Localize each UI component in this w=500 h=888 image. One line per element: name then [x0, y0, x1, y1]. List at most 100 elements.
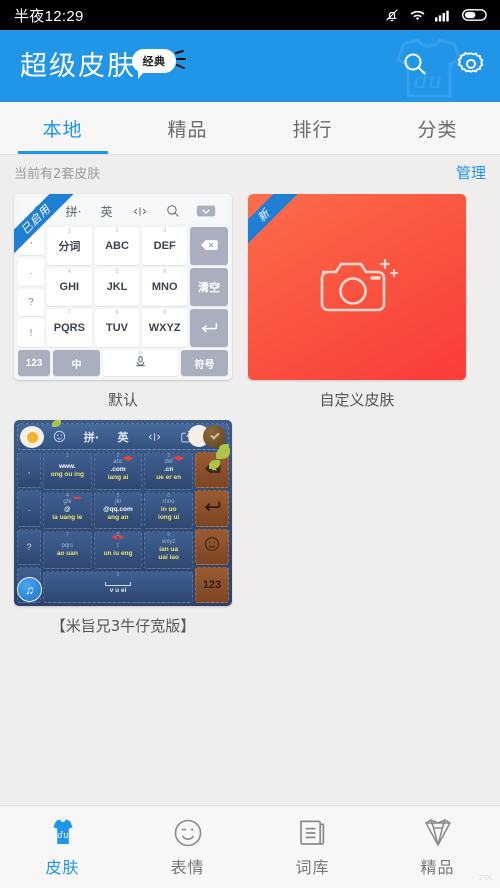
key-3[interactable]: 3 DEF	[142, 227, 188, 265]
leaf-decoration-icon	[52, 420, 61, 427]
smiley-icon[interactable]	[44, 430, 76, 443]
mic-icon	[134, 355, 147, 371]
tab-category[interactable]: 分类	[375, 102, 500, 154]
skin-card-denim[interactable]: 拼· 英 , . ? 1 www. ong ou ing ◀▶ 2 abc .c…	[14, 420, 232, 606]
app-header: du 超级皮肤 经典	[0, 30, 500, 102]
bottom-navigation: du 皮肤 表情 词库 精品 ZOL	[0, 805, 500, 888]
nav-label-dictionary: 词库	[295, 857, 330, 877]
space-key[interactable]: 0 v u ei	[43, 571, 193, 604]
key-period[interactable]: .	[18, 257, 44, 286]
nav-item-dictionary[interactable]: 词库	[250, 817, 375, 878]
key-9[interactable]: 9 wxyz ian ua uai iao	[144, 531, 194, 570]
battery-icon	[462, 8, 488, 22]
key-comma[interactable]: ,	[17, 452, 41, 489]
key-123[interactable]: 123	[18, 350, 50, 376]
key-2[interactable]: ◀▶ 2 abc .com iang ai	[93, 452, 143, 490]
enter-key[interactable]	[195, 490, 229, 527]
smiley-icon	[204, 536, 220, 557]
skin-row: 拼· 英 , . ? 1 www. ong ou ing ◀▶ 2 abc .c…	[14, 420, 486, 638]
key-9[interactable]: 9 WXYZ	[142, 309, 188, 347]
settings-button[interactable]	[454, 49, 488, 83]
key-8[interactable]: 8 TUV	[94, 309, 140, 347]
key-1[interactable]: 1 www. ong ou ing	[43, 452, 92, 490]
key-5[interactable]: 5 jkl @qq.com ang an	[93, 491, 143, 530]
skin-count-bar: 当前有2套皮肤 管理	[0, 155, 500, 190]
skin-name-denim: 【米旨兄3牛仔宽版】	[50, 617, 196, 635]
skin-count-text: 当前有2套皮肤	[14, 167, 101, 182]
cn-en-switch-icon[interactable]	[123, 205, 156, 218]
emoji-key[interactable]	[195, 528, 229, 565]
skin-card-default[interactable]: 已启用 拼· 英 , . ? ! 1 分词 2 ABC 3 DEF 4 GHI …	[14, 194, 232, 380]
skin-cell-custom: 新 自定义皮肤	[248, 194, 466, 412]
keyboard-keys: , . ? ! 1 分词 2 ABC 3 DEF 4 GHI 5 JKL 6 M…	[18, 224, 228, 347]
toolbar-pinyin-label[interactable]: 拼·	[66, 203, 82, 220]
arrow-icon: ▬	[73, 493, 81, 501]
skin-grid: 已启用 拼· 英 , . ? ! 1 分词 2 ABC 3 DEF 4 GHI …	[0, 190, 500, 638]
key-1[interactable]: 1 分词	[47, 227, 92, 265]
key-4[interactable]: ▬ 4 ghi @ ia uang ie	[43, 491, 92, 530]
keyboard-bottom-row: 123 中 0 符号	[18, 350, 228, 376]
key-symbols[interactable]: 符号	[181, 350, 228, 376]
key-question[interactable]: ?	[17, 528, 41, 565]
key-123[interactable]: 123	[195, 566, 229, 603]
nav-label-skin: 皮肤	[45, 857, 80, 877]
custom-skin-surface	[248, 194, 466, 380]
key-6[interactable]: 6 MNO	[142, 268, 188, 306]
watermark-text: ZOL	[479, 875, 494, 882]
key-exclaim[interactable]: !	[18, 319, 44, 347]
cn-en-switch-icon[interactable]	[139, 431, 171, 443]
manage-button[interactable]: 管理	[456, 162, 486, 183]
denim-toolbar: 拼· 英	[17, 420, 229, 452]
key-4[interactable]: 4 GHI	[47, 268, 92, 306]
key-comma[interactable]: ,	[18, 227, 44, 255]
nav-item-skin[interactable]: du 皮肤	[0, 817, 125, 878]
key-7[interactable]: 7 pqrs ao uan	[43, 531, 92, 570]
document-icon	[296, 817, 330, 849]
keyboard-numpad: 1 分词 2 ABC 3 DEF 4 GHI 5 JKL 6 MNO 7 PQR…	[47, 227, 188, 347]
space-bar-shape	[105, 582, 131, 587]
arrow-icon: ◀▶	[173, 455, 185, 462]
key-period[interactable]: .	[17, 490, 41, 527]
key-2[interactable]: 2 ABC	[94, 227, 140, 265]
skin-name-default: 默认	[107, 391, 138, 409]
enter-key[interactable]	[190, 309, 228, 347]
sparkle-icon	[174, 49, 188, 76]
clear-key[interactable]: 清空	[190, 268, 228, 306]
key-5[interactable]: 5 JKL	[94, 268, 140, 306]
collapse-icon[interactable]	[189, 204, 222, 218]
key-7[interactable]: 7 PQRS	[47, 309, 92, 347]
toolbar-english-label[interactable]: 英	[100, 203, 112, 220]
toolbar-english-label[interactable]: 英	[117, 429, 128, 445]
search-icon[interactable]	[156, 204, 189, 218]
key-question[interactable]: ?	[18, 288, 44, 317]
key-3[interactable]: ◀▶ 3 def .cn ue er en	[144, 452, 194, 490]
tab-local[interactable]: 本地	[0, 102, 125, 154]
chevron-down-icon	[209, 430, 220, 440]
skin-row: 已启用 拼· 英 , . ? ! 1 分词 2 ABC 3 DEF 4 GHI …	[14, 194, 486, 412]
classic-badge: 经典	[132, 48, 186, 79]
nav-item-featured[interactable]: 精品	[375, 817, 500, 878]
tab-ranking[interactable]: 排行	[250, 102, 375, 154]
key-chinese-mode[interactable]: 中	[53, 350, 100, 376]
nav-item-emoji[interactable]: 表情	[125, 817, 250, 878]
backspace-key[interactable]	[190, 227, 228, 265]
skin-card-custom[interactable]: 新	[248, 194, 466, 380]
skin-cell-denim: 拼· 英 , . ? 1 www. ong ou ing ◀▶ 2 abc .c…	[14, 420, 232, 638]
smiley-icon	[24, 204, 57, 219]
tab-bar: 本地 精品 排行 分类	[0, 102, 500, 155]
denim-keyboard-preview: 拼· 英 , . ? 1 www. ong ou ing ◀▶ 2 abc .c…	[14, 420, 232, 606]
skin-name-custom: 自定义皮肤	[319, 391, 395, 409]
search-button[interactable]	[398, 49, 432, 83]
gear-icon	[456, 49, 486, 84]
key-8[interactable]: ◀ ▶ 8 t un iu eng	[93, 531, 143, 570]
key-6[interactable]: 6 mno in uo iong ui	[144, 491, 194, 530]
header-actions	[398, 30, 488, 102]
arrow-icon: ◀▶	[122, 455, 134, 462]
space-key[interactable]: 0	[102, 350, 179, 376]
header-title-wrap: 超级皮肤 经典	[0, 48, 186, 80]
backspace-icon	[200, 239, 218, 254]
svg-text:du: du	[57, 831, 69, 841]
music-note-icon[interactable]: ♫	[17, 577, 42, 602]
toolbar-pinyin-label[interactable]: 拼·	[84, 429, 99, 445]
tab-featured[interactable]: 精品	[125, 102, 250, 154]
